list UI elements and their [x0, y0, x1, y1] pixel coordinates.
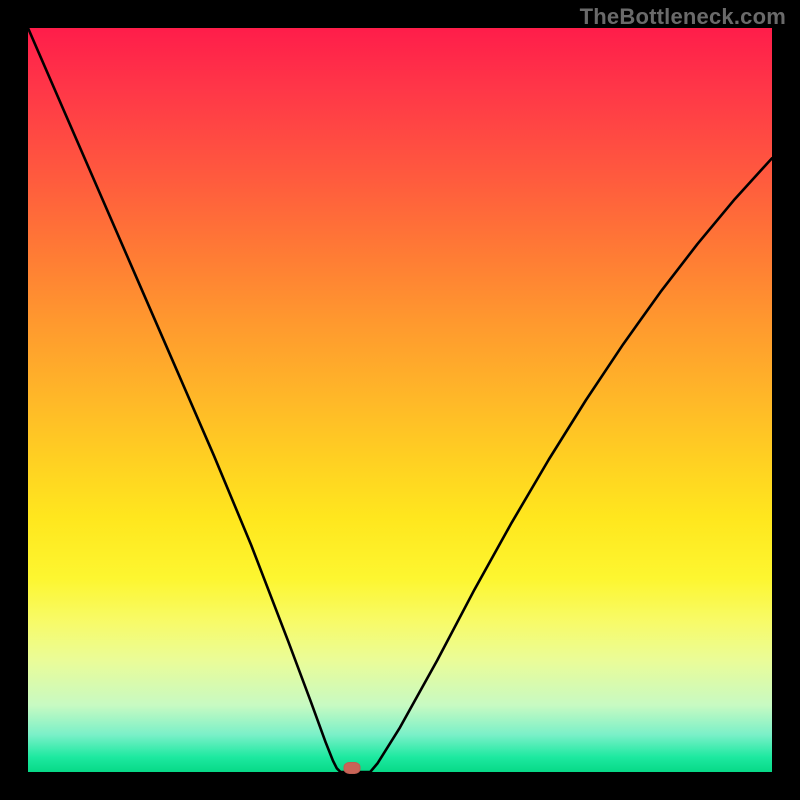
plot-area — [28, 28, 772, 772]
bottleneck-curve — [28, 28, 772, 772]
optimal-point-marker — [343, 762, 360, 774]
watermark-text: TheBottleneck.com — [580, 4, 786, 30]
curve-path — [28, 28, 772, 772]
chart-frame: TheBottleneck.com — [0, 0, 800, 800]
